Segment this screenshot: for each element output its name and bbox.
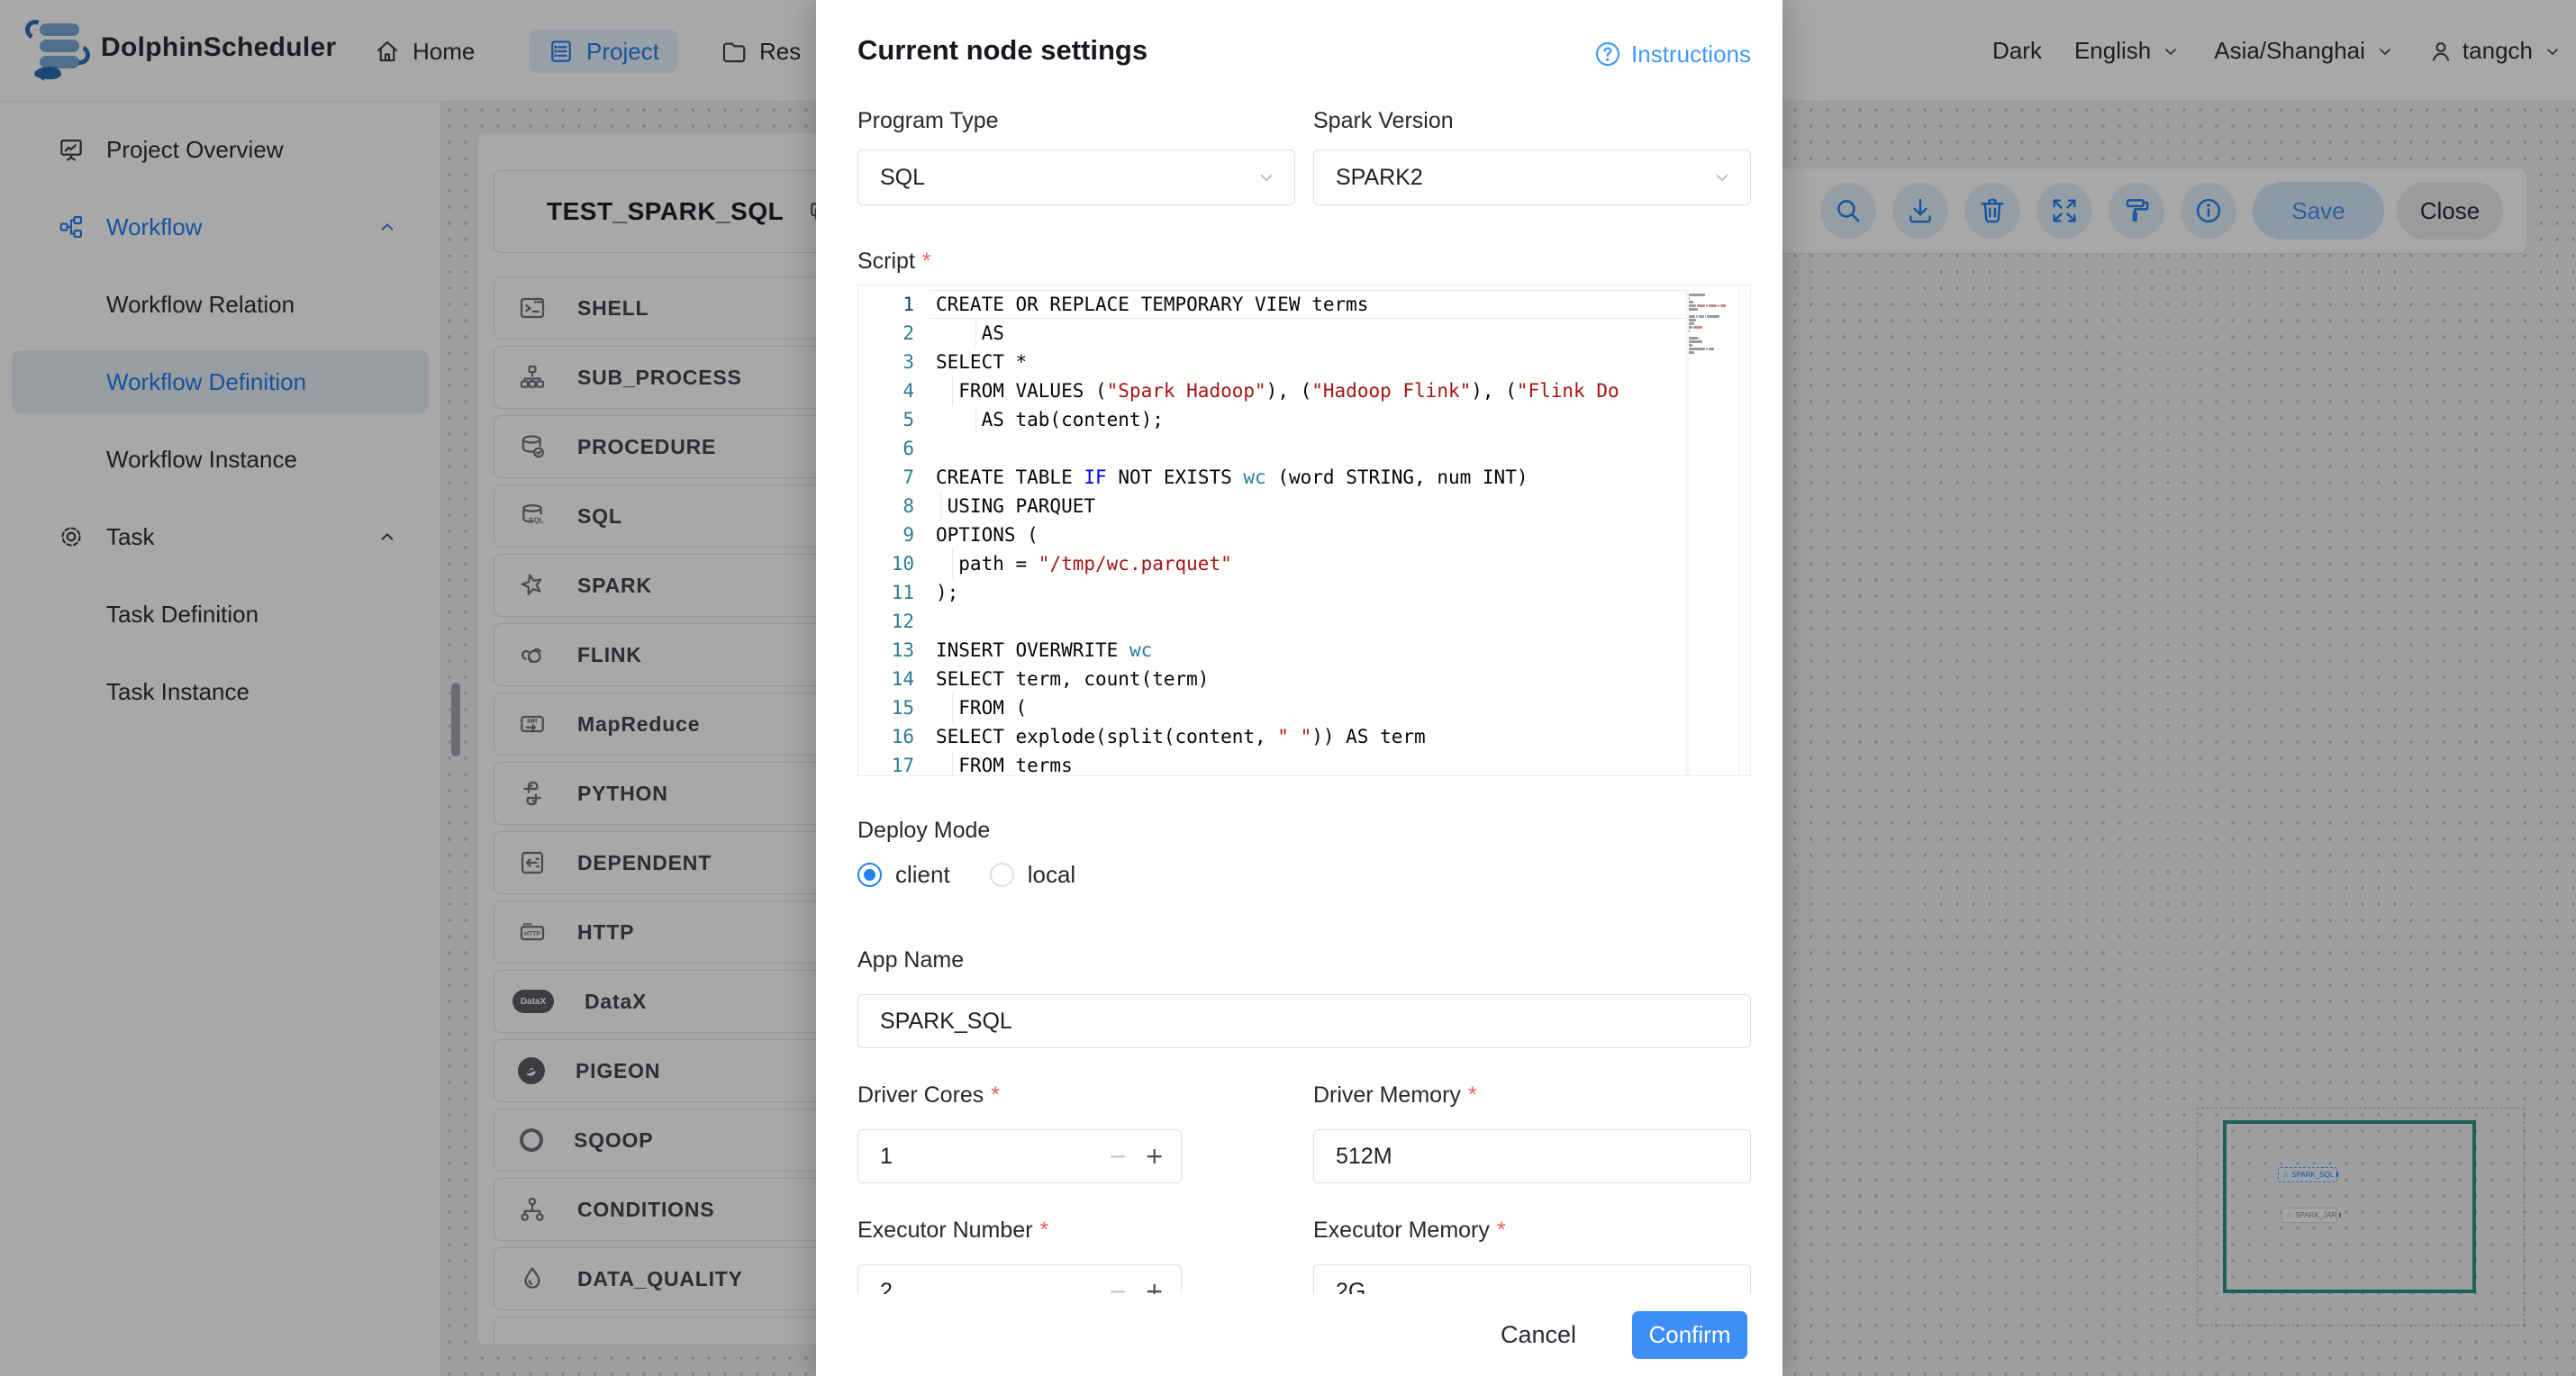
indent-guide xyxy=(975,405,976,434)
line-number: 5 xyxy=(903,409,914,430)
code-line: CREATE TABLE IF NOT EXISTS wc (word STRI… xyxy=(936,466,1528,488)
driver-memory-label: Driver Memory * xyxy=(1313,1082,1477,1108)
confirm-button[interactable]: Confirm xyxy=(1632,1311,1747,1359)
program-type-select[interactable]: SQL xyxy=(857,149,1295,205)
driver-memory-input[interactable]: 512M xyxy=(1313,1129,1751,1183)
minimap-line xyxy=(1689,319,1736,321)
line-number: 9 xyxy=(903,524,914,546)
spark-version-select[interactable]: SPARK2 xyxy=(1313,149,1751,205)
code-line: SELECT * xyxy=(936,351,1028,373)
line-number: 10 xyxy=(891,553,914,575)
minimap-line xyxy=(1689,333,1736,336)
radio-unselected-icon[interactable] xyxy=(989,863,1014,887)
code-line: SELECT explode(split(content, " ")) AS t… xyxy=(936,726,1426,747)
radio-label: client xyxy=(895,861,950,888)
minimap-line xyxy=(1689,312,1736,314)
minimap-line xyxy=(1689,330,1736,332)
line-number: 15 xyxy=(891,697,914,719)
minimap-line xyxy=(1689,301,1736,303)
script-label: Script * xyxy=(857,249,931,274)
program-type-label: Program Type xyxy=(857,108,999,133)
indent-guide xyxy=(952,693,953,722)
app-name-label: App Name xyxy=(857,947,965,973)
code-line: USING PARQUET xyxy=(929,492,1686,521)
minimap-line xyxy=(1689,337,1736,339)
code-line: SELECT term, count(term) xyxy=(936,668,1210,690)
deploy-mode-option-client[interactable]: client xyxy=(857,861,950,889)
code-line: FROM ( xyxy=(929,693,1686,722)
minus-icon[interactable]: − xyxy=(1110,1140,1127,1173)
line-number: 14 xyxy=(891,668,914,690)
line-number: 7 xyxy=(903,466,914,488)
minimap-line xyxy=(1689,348,1736,350)
line-number: 6 xyxy=(903,438,914,459)
minimap-line xyxy=(1689,344,1736,347)
code-line: FROM VALUES ("Spark Hadoop"), ("Hadoop F… xyxy=(929,376,1686,405)
chevron-down-icon xyxy=(1710,166,1734,189)
minimap-line xyxy=(1689,326,1736,329)
line-number: 16 xyxy=(891,726,914,747)
app-name-input[interactable]: SPARK_SQL xyxy=(857,994,1751,1048)
code-line: AS tab(content); xyxy=(929,405,1686,434)
node-settings-modal: Current node settings Instructions Progr… xyxy=(816,0,1782,1376)
line-number: 11 xyxy=(891,582,914,603)
chevron-down-icon xyxy=(1255,166,1278,189)
spark-version-label: Spark Version xyxy=(1313,108,1454,133)
editor-code[interactable]: CREATE OR REPLACE TEMPORARY VIEW terms A… xyxy=(929,290,1686,775)
minimap-line xyxy=(1689,351,1736,354)
line-number: 13 xyxy=(891,639,914,661)
code-line: FROM terms xyxy=(929,751,1686,775)
driver-cores-stepper[interactable]: 1 − + xyxy=(857,1129,1182,1183)
minimap-line xyxy=(1689,297,1736,300)
line-number: 12 xyxy=(891,611,914,632)
indent-guide xyxy=(975,319,976,348)
modal-footer: Cancel Confirm xyxy=(816,1294,1782,1376)
line-number: 17 xyxy=(891,755,914,776)
modal-title: Current node settings xyxy=(857,34,1148,66)
indent-guide xyxy=(952,751,953,775)
minimap-line xyxy=(1689,304,1736,307)
line-number: 3 xyxy=(903,351,914,373)
executor-number-label: Executor Number * xyxy=(857,1218,1049,1243)
minimap-line xyxy=(1689,315,1736,318)
code-line: INSERT OVERWRITE wc xyxy=(936,639,1153,661)
deploy-mode-label: Deploy Mode xyxy=(857,818,991,843)
minimap-line xyxy=(1689,308,1736,311)
code-line: CREATE OR REPLACE TEMPORARY VIEW terms xyxy=(929,290,1686,319)
script-code-editor[interactable]: 1 2 3 4 5 6 7 8 9 10 11 12 13 14 15 16 17 CREATE OR REPL… xyxy=(857,285,1751,776)
executor-memory-label: Executor Memory * xyxy=(1313,1218,1506,1243)
radio-selected-icon[interactable] xyxy=(857,863,882,887)
code-line: OPTIONS ( xyxy=(936,524,1039,546)
cancel-button[interactable]: Cancel xyxy=(1501,1321,1576,1349)
driver-cores-label: Driver Cores * xyxy=(857,1082,1001,1108)
indent-guide xyxy=(952,376,953,405)
dolphinscheduler-app: DolphinScheduler Home Project Res Dark Eng… xyxy=(0,0,2576,1376)
editor-line-numbers: 1 2 3 4 5 6 7 8 9 10 11 12 13 14 15 16 17 xyxy=(858,290,929,775)
line-number: 1 xyxy=(903,294,914,315)
code-line: path = "/tmp/wc.parquet" xyxy=(929,549,1686,578)
code-line: ); xyxy=(936,582,959,603)
indent-guide xyxy=(952,549,953,578)
indent-guide xyxy=(940,492,941,521)
editor-minimap[interactable] xyxy=(1686,290,1738,775)
instructions-link[interactable]: Instructions xyxy=(1593,40,1751,68)
minimap-line xyxy=(1689,294,1736,296)
line-number: 8 xyxy=(903,495,914,517)
question-circle-icon xyxy=(1593,40,1622,68)
deploy-mode-option-local[interactable]: local xyxy=(989,861,1076,889)
radio-label: local xyxy=(1027,861,1076,888)
line-number: 2 xyxy=(903,322,914,344)
line-number: 4 xyxy=(903,380,914,402)
code-line: AS xyxy=(929,319,1686,348)
plus-icon[interactable]: + xyxy=(1146,1140,1163,1173)
minimap-line xyxy=(1689,322,1736,325)
minimap-line xyxy=(1689,340,1736,343)
editor-scrollbar[interactable] xyxy=(1738,290,1750,775)
